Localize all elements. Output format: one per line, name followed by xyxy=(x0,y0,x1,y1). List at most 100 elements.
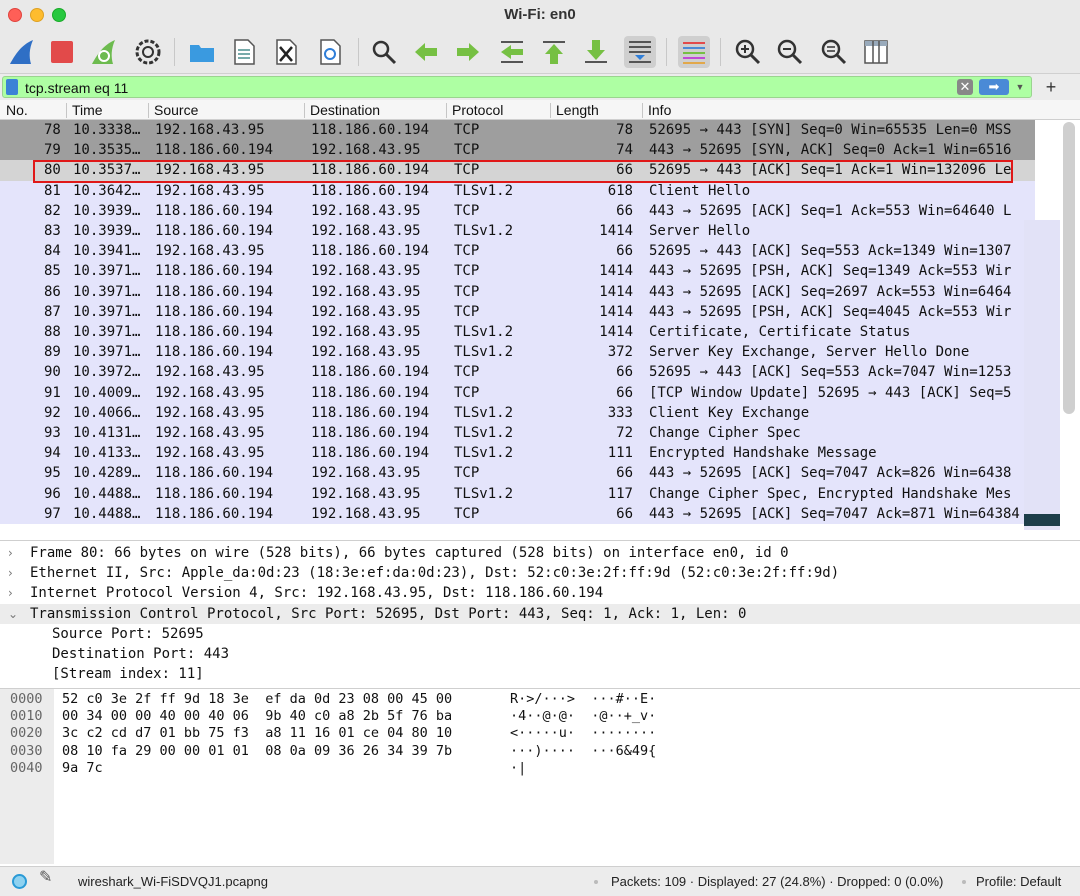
bytes-row[interactable]: 0030 08 10 fa 29 00 00 01 01 08 0a 09 36 … xyxy=(0,743,1080,760)
detail-tree-item[interactable]: Source Port: 52695 xyxy=(0,624,1080,644)
expert-info-icon[interactable] xyxy=(12,874,27,889)
packet-source: 192.168.43.95 xyxy=(155,404,265,421)
packet-source: 118.186.60.194 xyxy=(155,223,274,239)
table-row[interactable]: 78 10.3338… 192.168.43.95 118.186.60.194 TCP… xyxy=(0,120,1035,141)
minimize-window-button[interactable] xyxy=(30,8,44,22)
profile-label[interactable]: Profile: Default xyxy=(976,875,1061,889)
detail-tree-item[interactable]: [Stream index: 11] xyxy=(0,664,1080,684)
packet-length: 1414 xyxy=(599,283,633,300)
table-row[interactable]: 86 10.3971… 118.186.60.194 192.168.43.95 TCP… xyxy=(0,281,1035,302)
table-row[interactable]: 85 10.3971… 118.186.60.194 192.168.43.95 TCP… xyxy=(0,261,1035,282)
chevron-down-icon[interactable]: ▼ xyxy=(1013,79,1027,95)
detail-tree-item[interactable]: ⌄ Transmission Control Protocol, Src Port… xyxy=(0,603,1080,624)
colorize-icon[interactable] xyxy=(678,36,710,68)
magnifier-icon[interactable] xyxy=(368,36,400,68)
folder-icon[interactable] xyxy=(186,36,218,68)
chevron-right-icon[interactable]: › xyxy=(8,584,13,602)
packet-destination: 118.186.60.194 xyxy=(311,445,430,462)
bytes-row[interactable]: 0000 52 c0 3e 2f ff 9d 18 3e ef da 0d 23 … xyxy=(0,691,1080,708)
zoom-out-icon[interactable] xyxy=(774,36,806,68)
zoom-in-icon[interactable] xyxy=(732,36,764,68)
table-row[interactable]: 79 10.3535… 118.186.60.194 192.168.43.95 TCP… xyxy=(0,140,1035,161)
table-row[interactable]: 84 10.3941… 192.168.43.95 118.186.60.194 TCP… xyxy=(0,241,1035,262)
packet-source: 118.186.60.194 xyxy=(155,283,274,300)
zoom-window-button[interactable] xyxy=(52,8,66,22)
filter-text[interactable]: tcp.stream eq 11 xyxy=(25,79,128,97)
bytes-ascii: ···)···· ···6&49{ xyxy=(510,742,657,759)
gear-icon[interactable] xyxy=(132,36,164,68)
resize-columns-icon[interactable] xyxy=(860,36,892,68)
shark-fin-icon[interactable] xyxy=(6,36,38,68)
chevron-down-icon[interactable]: ⌄ xyxy=(8,605,18,623)
table-row[interactable]: 97 10.4488… 118.186.60.194 192.168.43.95 TCP… xyxy=(0,503,1035,524)
packet-info: Encrypted Handshake Message xyxy=(649,445,877,462)
arrow-right-icon[interactable] xyxy=(452,36,484,68)
close-window-button[interactable] xyxy=(8,8,22,22)
add-filter-button-icon[interactable]: + xyxy=(1040,76,1062,98)
table-row[interactable]: 89 10.3971… 118.186.60.194 192.168.43.95 TLS… xyxy=(0,342,1035,363)
bytes-offset: 0040 xyxy=(10,759,43,776)
detail-tree-item[interactable]: › Frame 80: 66 bytes on wire (528 bits), … xyxy=(0,543,1080,563)
table-row[interactable]: 83 10.3939… 118.186.60.194 192.168.43.95 TLS… xyxy=(0,221,1035,242)
packet-protocol: TCP xyxy=(454,243,480,260)
detail-tree-item[interactable]: › Internet Protocol Version 4, Src: 192.1… xyxy=(0,583,1080,603)
bytes-offset: 0020 xyxy=(10,725,43,742)
zoom-normal-icon[interactable] xyxy=(818,36,850,68)
table-row[interactable]: 91 10.4009… 192.168.43.95 118.186.60.194 TCP… xyxy=(0,382,1035,403)
table-row[interactable]: 81 10.3642… 192.168.43.95 118.186.60.194 TLS… xyxy=(0,180,1035,201)
table-row[interactable]: 88 10.3971… 118.186.60.194 192.168.43.95 TLS… xyxy=(0,322,1035,343)
stop-icon[interactable] xyxy=(46,36,78,68)
detail-tree-item[interactable]: › Ethernet II, Src: Apple_da:0d:23 (18:3e… xyxy=(0,563,1080,583)
packet-source: 118.186.60.194 xyxy=(155,465,274,482)
reload-icon[interactable] xyxy=(314,36,346,68)
go-to-icon[interactable] xyxy=(496,36,528,68)
table-row[interactable]: 90 10.3972… 192.168.43.95 118.186.60.194 TCP… xyxy=(0,362,1035,383)
packet-length: 618 xyxy=(607,182,633,199)
packet-destination: 192.168.43.95 xyxy=(311,283,421,300)
arrow-left-icon[interactable] xyxy=(410,36,442,68)
display-filter-input[interactable]: tcp.stream eq 11 ✕ ➡ ▼ xyxy=(2,76,1032,98)
packet-time: 10.3939… xyxy=(73,223,141,239)
autoscroll-icon[interactable] xyxy=(624,36,656,68)
detail-text: Ethernet II, Src: Apple_da:0d:23 (18:3e:… xyxy=(30,565,840,582)
column-header-time[interactable]: Time xyxy=(72,102,103,118)
bookmark-icon[interactable] xyxy=(6,79,18,95)
packet-info: Certificate, Certificate Status xyxy=(649,324,911,340)
arrow-up-icon[interactable] xyxy=(538,36,570,68)
edit-comment-icon[interactable]: ✎ xyxy=(39,870,52,886)
apply-filter-icon[interactable]: ➡ xyxy=(979,79,1009,95)
table-row[interactable]: 96 10.4488… 118.186.60.194 192.168.43.95 TLS… xyxy=(0,483,1035,504)
packet-source: 192.168.43.95 xyxy=(155,243,265,260)
detail-tree-item[interactable]: Destination Port: 443 xyxy=(0,644,1080,664)
status-bar: ✎ wireshark_Wi-FiSDVQJ1.pcapng Packets: … xyxy=(0,866,1080,896)
arrow-down-icon[interactable] xyxy=(580,36,612,68)
packet-no: 95 xyxy=(44,465,61,482)
table-row[interactable]: 87 10.3971… 118.186.60.194 192.168.43.95 TCP… xyxy=(0,301,1035,322)
table-row[interactable]: 82 10.3939… 118.186.60.194 192.168.43.95 TCP… xyxy=(0,200,1035,221)
table-row[interactable]: 94 10.4133… 192.168.43.95 118.186.60.194 TLS… xyxy=(0,443,1035,464)
column-header-destination[interactable]: Destination xyxy=(310,102,380,118)
table-row[interactable]: 92 10.4066… 192.168.43.95 118.186.60.194 TLS… xyxy=(0,402,1035,423)
column-header-info[interactable]: Info xyxy=(648,102,671,118)
clear-filter-icon[interactable]: ✕ xyxy=(957,79,973,95)
packet-minimap[interactable] xyxy=(1024,220,1060,530)
restart-fin-icon[interactable] xyxy=(88,36,120,68)
packet-time: 10.4289… xyxy=(73,465,141,482)
column-header-protocol[interactable]: Protocol xyxy=(452,102,503,118)
column-header-no[interactable]: No. xyxy=(6,102,28,118)
table-row[interactable]: 93 10.4131… 192.168.43.95 118.186.60.194 TLS… xyxy=(0,423,1035,444)
column-header-source[interactable]: Source xyxy=(154,102,198,118)
vertical-scrollbar[interactable] xyxy=(1063,122,1075,414)
file-icon[interactable] xyxy=(228,36,260,68)
bytes-row[interactable]: 0010 00 34 00 00 40 00 40 06 9b 40 c0 a8 … xyxy=(0,708,1080,725)
column-header-length[interactable]: Length xyxy=(556,102,599,118)
detail-text: Destination Port: 443 xyxy=(52,646,230,662)
bytes-row[interactable]: 0040 9a 7c ·| xyxy=(0,760,1080,777)
chevron-right-icon[interactable]: › xyxy=(8,544,13,562)
table-row[interactable]: 80 10.3537… 192.168.43.95 118.186.60.194 TCP… xyxy=(0,160,1035,181)
table-row[interactable]: 95 10.4289… 118.186.60.194 192.168.43.95 TCP… xyxy=(0,463,1035,484)
close-file-icon[interactable] xyxy=(270,36,302,68)
bytes-row[interactable]: 0020 3c c2 cd d7 01 bb 75 f3 a8 11 16 01 … xyxy=(0,725,1080,742)
packet-source: 192.168.43.95 xyxy=(155,122,265,138)
chevron-right-icon[interactable]: › xyxy=(8,564,13,582)
